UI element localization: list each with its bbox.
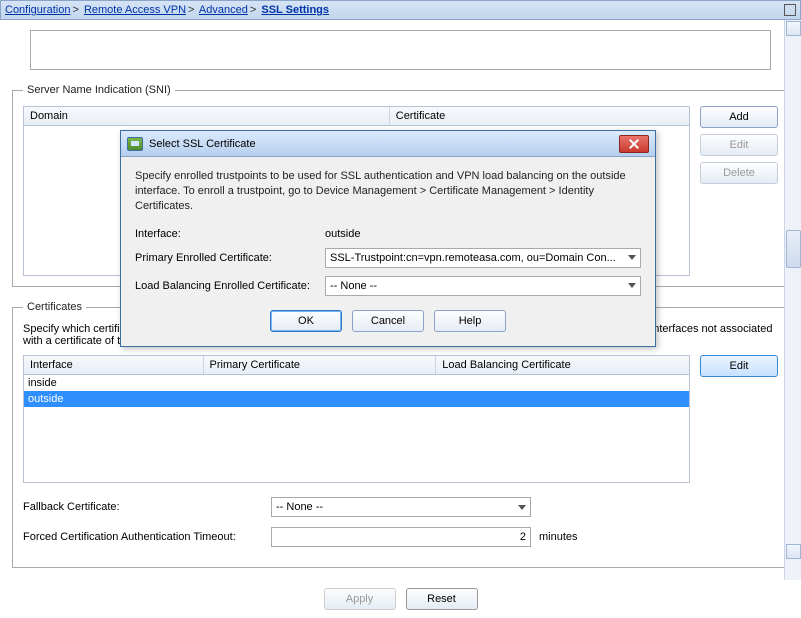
dialog-lb-label: Load Balancing Enrolled Certificate: <box>135 280 325 292</box>
lb-cell <box>436 382 689 384</box>
footer-buttons: Apply Reset <box>0 580 801 618</box>
close-icon <box>629 139 639 149</box>
reset-button[interactable]: Reset <box>406 588 478 610</box>
certificates-legend: Certificates <box>23 301 86 313</box>
vertical-scrollbar[interactable] <box>784 20 801 580</box>
cert-col-primary[interactable]: Primary Certificate <box>204 356 437 374</box>
dialog-title: Select SSL Certificate <box>149 138 256 150</box>
breadcrumb-bar: Configuration> Remote Access VPN> Advanc… <box>0 0 801 20</box>
dialog-primary-value: SSL-Trustpoint:cn=vpn.remoteasa.com, ou=… <box>330 252 616 264</box>
crumb-advanced[interactable]: Advanced <box>199 4 248 16</box>
dialog-cancel-button[interactable]: Cancel <box>352 310 424 332</box>
dialog-ok-button[interactable]: OK <box>270 310 342 332</box>
dialog-primary-label: Primary Enrolled Certificate: <box>135 252 325 264</box>
sni-legend: Server Name Indication (SNI) <box>23 84 175 96</box>
scroll-thumb[interactable] <box>786 230 801 268</box>
dialog-icon <box>127 137 143 151</box>
sni-edit-button[interactable]: Edit <box>700 134 778 156</box>
close-button[interactable] <box>619 135 649 153</box>
certificates-table: Interface Primary Certificate Load Balan… <box>23 355 690 483</box>
fallback-label: Fallback Certificate: <box>23 501 263 513</box>
dialog-lb-value: -- None -- <box>330 280 377 292</box>
fallback-value: -- None -- <box>276 501 323 513</box>
chevron-down-icon <box>628 255 636 260</box>
certificates-edit-button[interactable]: Edit <box>700 355 778 377</box>
dialog-lb-select[interactable]: -- None -- <box>325 276 641 296</box>
sni-col-certificate[interactable]: Certificate <box>390 107 689 125</box>
dialog-interface-value: outside <box>325 228 360 240</box>
cert-col-lb[interactable]: Load Balancing Certificate <box>436 356 689 374</box>
dialog-primary-select[interactable]: SSL-Trustpoint:cn=vpn.remoteasa.com, ou=… <box>325 248 641 268</box>
dialog-interface-label: Interface: <box>135 228 325 240</box>
timeout-value: 2 <box>520 531 526 543</box>
dialog-description: Specify enrolled trustpoints to be used … <box>135 169 641 214</box>
breadcrumb: Configuration> Remote Access VPN> Advanc… <box>5 4 329 16</box>
crumb-remote-access-vpn[interactable]: Remote Access VPN <box>84 4 186 16</box>
dialog-titlebar[interactable]: Select SSL Certificate <box>121 131 655 157</box>
crumb-ssl-settings[interactable]: SSL Settings <box>261 4 329 16</box>
table-row[interactable]: outside <box>24 391 689 407</box>
top-textarea[interactable] <box>30 30 771 70</box>
cert-col-interface[interactable]: Interface <box>24 356 204 374</box>
fallback-select[interactable]: -- None -- <box>271 497 531 517</box>
timeout-label: Forced Certification Authentication Time… <box>23 531 263 543</box>
sni-col-domain[interactable]: Domain <box>24 107 390 125</box>
select-ssl-certificate-dialog: Select SSL Certificate Specify enrolled … <box>120 130 656 347</box>
lb-cell <box>436 398 689 400</box>
scroll-down-button[interactable] <box>786 544 801 559</box>
crumb-configuration[interactable]: Configuration <box>5 4 70 16</box>
timeout-unit: minutes <box>539 531 578 543</box>
certificates-table-body[interactable]: inside outside <box>23 375 690 483</box>
chevron-down-icon <box>518 505 526 510</box>
scroll-up-button[interactable] <box>786 21 801 36</box>
sni-delete-button[interactable]: Delete <box>700 162 778 184</box>
chevron-down-icon <box>628 283 636 288</box>
apply-button[interactable]: Apply <box>324 588 396 610</box>
timeout-input[interactable]: 2 <box>271 527 531 547</box>
maximize-icon[interactable] <box>784 4 796 16</box>
iface-cell: outside <box>24 392 204 406</box>
dialog-help-button[interactable]: Help <box>434 310 506 332</box>
sni-add-button[interactable]: Add <box>700 106 778 128</box>
primary-cell <box>204 398 437 400</box>
table-row[interactable]: inside <box>24 375 689 391</box>
primary-cell <box>204 382 437 384</box>
iface-cell: inside <box>24 376 204 390</box>
